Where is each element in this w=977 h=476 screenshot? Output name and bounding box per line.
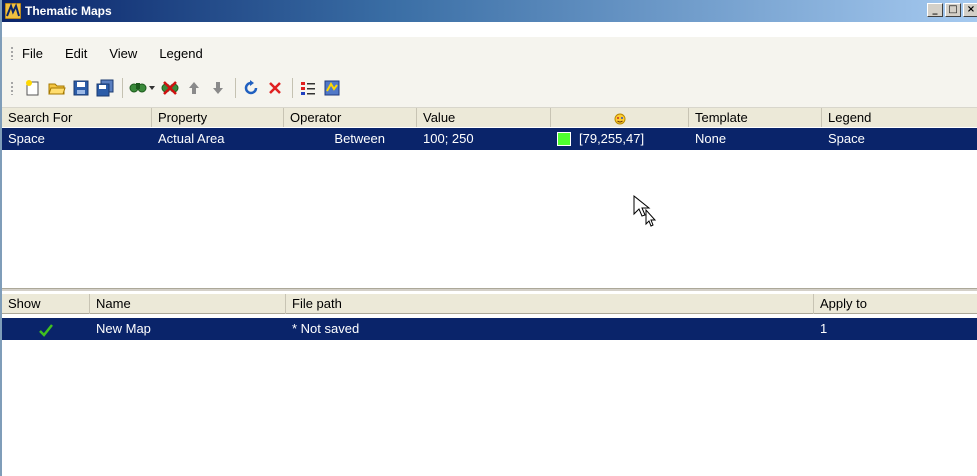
open-folder-icon (48, 83, 66, 95)
header-show[interactable]: Show (2, 294, 90, 314)
minimize-icon: _ (932, 4, 938, 15)
toolbar (2, 69, 977, 108)
maps-table-header: Show Name File path Apply to (2, 294, 977, 314)
save-icon (73, 80, 89, 96)
cell-legend: Space (828, 131, 865, 146)
toolbar-separator (235, 78, 236, 98)
map-apply-button[interactable] (321, 77, 343, 99)
table-row[interactable]: New Map * Not saved 1 (2, 318, 977, 340)
cell-color[interactable]: [79,255,47] (551, 128, 689, 150)
delete-icon (269, 82, 281, 94)
app-icon (4, 2, 22, 20)
close-icon: × (966, 4, 976, 15)
maximize-icon: □ (948, 4, 958, 15)
move-up-button[interactable] (183, 77, 205, 99)
header-name[interactable]: Name (90, 294, 286, 314)
save-button[interactable] (70, 77, 92, 99)
header-legend[interactable]: Legend (822, 108, 977, 128)
window-title: Thematic Maps (25, 4, 112, 18)
cell-apply-to: 1 (820, 321, 828, 336)
delete-button[interactable] (264, 77, 286, 99)
header-file-path[interactable]: File path (286, 294, 814, 314)
menu-legend[interactable]: Legend (159, 46, 202, 61)
cell-name: New Map (96, 321, 151, 336)
save-all-icon (96, 79, 114, 97)
map-apply-icon (324, 80, 340, 96)
move-up-icon (189, 82, 199, 94)
menu-file[interactable]: File (22, 46, 43, 61)
find-icon (129, 83, 155, 93)
color-face-icon (614, 113, 625, 125)
refresh-icon (244, 80, 258, 95)
criteria-table-header: Search For Property Operator Value Templ… (2, 108, 977, 128)
title-bar[interactable]: Thematic Maps _ □ × (2, 0, 977, 22)
maps-table-body (2, 344, 977, 476)
legend-list-button[interactable] (297, 77, 319, 99)
toolbar-grip[interactable] (10, 81, 14, 95)
legend-list-icon (301, 82, 315, 95)
header-search-for[interactable]: Search For (2, 108, 152, 128)
minimize-button[interactable]: _ (927, 3, 943, 17)
new-icon (26, 80, 39, 96)
open-button[interactable] (46, 77, 68, 99)
window-controls: _ □ × (927, 3, 977, 17)
save-all-button[interactable] (94, 77, 116, 99)
color-swatch (557, 131, 571, 146)
menu-edit[interactable]: Edit (65, 46, 87, 61)
refresh-button[interactable] (240, 77, 262, 99)
move-down-icon (213, 82, 223, 94)
menubar-grip[interactable] (10, 46, 14, 60)
new-button[interactable] (22, 77, 44, 99)
menu-bar: File Edit View Legend (2, 37, 977, 69)
cell-search-for: Space (8, 131, 45, 146)
find-button[interactable] (127, 77, 157, 99)
check-icon (39, 323, 53, 337)
toolbar-separator (292, 78, 293, 98)
header-color[interactable] (551, 108, 689, 128)
cell-template: None (695, 131, 727, 146)
toolbar-separator (122, 78, 123, 98)
header-template[interactable]: Template (689, 108, 822, 128)
color-value: [79,255,47] (579, 131, 645, 146)
header-apply-to[interactable]: Apply to (814, 294, 977, 314)
maximize-button[interactable]: □ (945, 3, 961, 17)
thematic-maps-window: Thematic Maps _ □ × File Edit View Legen… (0, 0, 977, 476)
splitter[interactable] (2, 288, 977, 291)
header-property[interactable]: Property (152, 108, 284, 128)
move-down-button[interactable] (207, 77, 229, 99)
mouse-cursor-icon (633, 194, 657, 227)
header-operator[interactable]: Operator (284, 108, 417, 128)
cell-value: 100; 250 (423, 131, 474, 146)
cell-file-path: * Not saved (292, 321, 360, 336)
menu-view[interactable]: View (109, 46, 137, 61)
header-value[interactable]: Value (417, 108, 551, 128)
cell-operator: Between (334, 131, 385, 146)
cell-show[interactable] (2, 318, 90, 340)
remove-find-button[interactable] (159, 77, 181, 99)
close-button[interactable]: × (963, 3, 977, 17)
criteria-table-body (2, 127, 977, 290)
table-row[interactable]: Space Actual Area Between 100; 250 [79,2… (2, 128, 977, 150)
cell-property: Actual Area (158, 131, 225, 146)
remove-find-icon (161, 81, 179, 95)
